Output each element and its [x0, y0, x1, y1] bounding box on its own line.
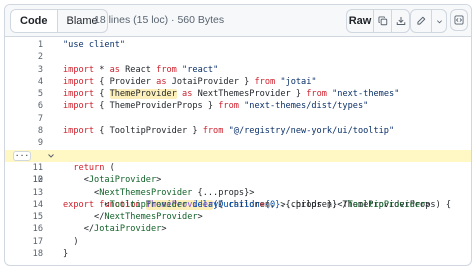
line-number[interactable]: 16 — [5, 223, 43, 235]
line-number[interactable]: 5 — [5, 88, 43, 100]
code-line: 5 import { ThemeProvider as NextThemesPro… — [5, 88, 471, 100]
line-content: <TooltipProvider delayDuration={0}>{chil… — [63, 199, 431, 210]
line-content: ) — [63, 236, 79, 247]
file-viewer: Code Blame 18 lines (15 loc) · 560 Bytes… — [4, 4, 472, 266]
code-line: 17 ) — [5, 236, 471, 248]
line-number[interactable]: 17 — [5, 236, 43, 248]
file-toolbar: Code Blame 18 lines (15 loc) · 560 Bytes… — [5, 5, 471, 37]
copy-icon — [377, 16, 388, 26]
tab-code[interactable]: Code — [11, 10, 58, 32]
line-number[interactable]: 14 — [5, 199, 43, 211]
line-number[interactable]: 1 — [5, 39, 43, 51]
line-content: </JotaiProvider> — [63, 224, 167, 235]
code-line: 16 </JotaiProvider> — [5, 223, 471, 235]
file-meta: 18 lines (15 loc) · 560 Bytes — [94, 14, 225, 26]
line-number[interactable]: 2 — [5, 51, 43, 63]
fold-chevron-icon[interactable] — [47, 150, 57, 162]
code-line: 2 — [5, 51, 471, 63]
line-number[interactable]: 13 — [5, 187, 43, 199]
code-line: 18} — [5, 248, 471, 260]
code-line: 3 import * as React from "react" — [5, 64, 471, 76]
line-content: import { ThemeProvider as NextThemesProv… — [63, 89, 400, 100]
line-content: import { TooltipProvider } from "@/regis… — [63, 126, 395, 137]
edit-menu-button[interactable] — [431, 10, 446, 32]
symbol-highlight: ThemeProvider — [109, 89, 177, 100]
code-line: 1 "use client" — [5, 39, 471, 51]
symbols-button[interactable] — [450, 9, 468, 31]
download-icon — [396, 16, 406, 26]
code-line: 7 — [5, 113, 471, 125]
line-number[interactable]: 18 — [5, 248, 43, 260]
edit-button[interactable] — [411, 10, 431, 32]
code-line: 13 <NextThemesProvider {...props}> — [5, 187, 471, 199]
code-square-icon — [454, 15, 464, 25]
download-button[interactable] — [391, 10, 409, 32]
line-number[interactable]: 4 — [5, 76, 43, 88]
line-content: } — [63, 249, 69, 260]
raw-button[interactable]: Raw — [347, 10, 373, 32]
raw-actions: Raw — [346, 9, 410, 33]
line-number[interactable]: 9 — [5, 137, 43, 149]
code-line: 8 import { TooltipProvider } from "@/regi… — [5, 125, 471, 137]
pencil-icon — [416, 16, 426, 26]
line-number[interactable]: 8 — [5, 125, 43, 137]
code-line: 12 <JotaiProvider> — [5, 174, 471, 186]
copy-raw-button[interactable] — [373, 10, 391, 32]
edit-actions — [410, 9, 447, 33]
line-content: import * as React from "react" — [63, 64, 219, 75]
line-number[interactable]: 11 — [5, 162, 43, 174]
line-content: import { Provider as JotaiProvider } fro… — [63, 76, 317, 87]
code-line: 14 <TooltipProvider delayDuration={0}>{c… — [5, 199, 471, 211]
line-number[interactable]: 15 — [5, 211, 43, 223]
line-content: "use client" — [63, 40, 126, 50]
line-content: return ( — [73, 162, 115, 173]
code-line: 11 return ( — [5, 162, 471, 174]
code-line: 6 import { ThemeProviderProps } from "nex… — [5, 100, 471, 112]
line-content: <JotaiProvider> — [63, 175, 162, 186]
line-number[interactable]: 3 — [5, 64, 43, 76]
code-line: 4 import { Provider as JotaiProvider } fr… — [5, 76, 471, 88]
chevron-down-icon — [436, 18, 443, 25]
line-options-button[interactable]: ··· — [13, 150, 31, 161]
code-line-highlighted: ··· 10 export function ThemeProvider({ c… — [5, 149, 471, 210]
line-content: <NextThemesProvider {...props}> — [63, 187, 255, 198]
code-line: 15 </NextThemesProvider> — [5, 211, 471, 223]
code-view: 1 "use client" 2 3 import * as React from … — [5, 39, 471, 260]
line-number[interactable]: 7 — [5, 113, 43, 125]
line-number[interactable]: 12 — [5, 174, 43, 186]
line-content: </NextThemesProvider> — [63, 212, 203, 223]
line-number[interactable]: 6 — [5, 100, 43, 112]
line-content: import { ThemeProviderProps } from "next… — [63, 101, 369, 112]
code-line: 9 — [5, 137, 471, 149]
